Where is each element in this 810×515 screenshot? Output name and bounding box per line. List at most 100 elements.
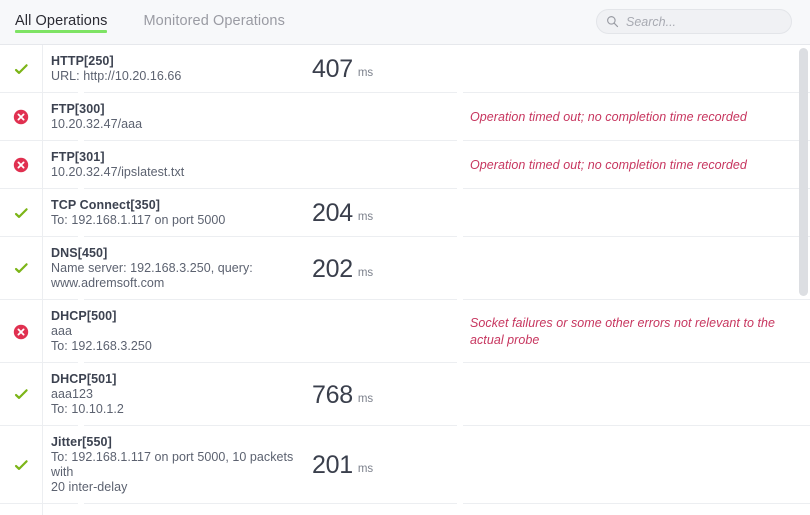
operation-duration-cell: 201 ms — [308, 426, 458, 504]
operation-duration-cell: 768 ms — [308, 363, 458, 426]
operation-info-cell: DNS[450] Name server: 192.168.3.250, quer… — [43, 237, 308, 300]
check-icon — [14, 459, 28, 470]
operation-row[interactable]: FTP[301] 10.20.32.47/ipslatest.txt Operati… — [0, 141, 810, 189]
operation-message-cell — [458, 426, 810, 504]
operation-info-cell: Jitter[550] To: 192.168.1.117 on port 500… — [43, 426, 308, 504]
operation-info-cell — [43, 504, 308, 515]
operation-error-message: Socket failures or some other errors not… — [470, 315, 776, 347]
search-input[interactable] — [626, 14, 776, 29]
list-scrollbar-thumb[interactable] — [799, 48, 808, 296]
search-icon — [607, 16, 619, 28]
list-scrollbar-track[interactable] — [799, 46, 808, 513]
duration-unit: ms — [357, 211, 374, 223]
operation-title: DHCP[500] — [51, 309, 117, 323]
duration-unit: ms — [357, 67, 374, 79]
operations-list: HTTP[250] URL: http://10.20.16.66 407 ms FTP… — [0, 45, 810, 515]
operation-detail-line: aaa123 — [51, 387, 94, 401]
operation-message-cell: Operation timed out; no completion time … — [458, 93, 810, 141]
error-circle-icon — [13, 109, 29, 125]
duration-number: 204 — [312, 199, 353, 227]
check-icon — [14, 207, 28, 218]
operation-status-cell — [0, 237, 43, 300]
duration-number: 768 — [312, 380, 353, 409]
operation-error-message: Operation timed out; no completion time … — [470, 109, 747, 124]
operation-row[interactable]: DNS[450] Name server: 192.168.3.250, quer… — [0, 237, 810, 300]
operation-duration-cell — [308, 93, 458, 141]
duration-number: 407 — [312, 55, 353, 83]
operation-info-cell: HTTP[250] URL: http://10.20.16.66 — [43, 45, 308, 93]
operation-status-cell — [0, 300, 43, 363]
operation-status-cell — [0, 189, 43, 237]
duration-number: 201 — [312, 451, 353, 479]
operation-row[interactable]: DHCP[501] aaa123 To: 10.10.1.2 768 ms — [0, 363, 810, 426]
duration-value-group: 204 ms — [312, 200, 373, 226]
operation-detail-line: To: 192.168.1.117 on port 5000 — [51, 213, 226, 227]
operation-detail-line: To: 192.168.1.117 on port 5000, 10 packe… — [51, 450, 294, 479]
operation-status-cell — [0, 504, 43, 515]
operation-message-cell — [458, 504, 810, 515]
operation-message-cell: Socket failures or some other errors not… — [458, 300, 810, 363]
operation-duration-cell: 202 ms — [308, 237, 458, 300]
operation-duration-cell — [308, 504, 458, 515]
operation-error-message: Operation timed out; no completion time … — [470, 157, 747, 172]
operation-detail-line: aaa — [51, 324, 73, 338]
operation-status-cell — [0, 363, 43, 426]
tab-list: All Operations Monitored Operations — [0, 0, 299, 44]
operation-title: TCP Connect[350] — [51, 198, 161, 212]
operation-title: Jitter[550] — [51, 435, 112, 449]
operation-title: HTTP[250] — [51, 54, 114, 68]
duration-unit: ms — [357, 463, 374, 475]
operation-title: DNS[450] — [51, 246, 108, 260]
operation-detail-line: To: 10.10.1.2 — [51, 402, 124, 416]
operation-message-cell — [458, 189, 810, 237]
operation-row[interactable]: Jitter[550] To: 192.168.1.117 on port 500… — [0, 426, 810, 504]
operation-title: DHCP[501] — [51, 372, 117, 386]
operation-info-cell: DHCP[501] aaa123 To: 10.10.1.2 — [43, 363, 308, 426]
duration-number: 202 — [312, 254, 353, 283]
operation-detail-line: To: 192.168.3.250 — [51, 339, 152, 353]
active-tab-underline — [15, 30, 108, 33]
tab-label: Monitored Operations — [143, 13, 285, 29]
operation-row[interactable]: FTP[300] 10.20.32.47/aaa Operation timed o… — [0, 93, 810, 141]
operation-message-cell: Operation timed out; no completion time … — [458, 141, 810, 189]
duration-unit: ms — [357, 392, 374, 405]
operation-duration-cell — [308, 141, 458, 189]
duration-value-group: 202 ms — [312, 256, 373, 282]
duration-value-group: 407 ms — [312, 56, 373, 82]
operation-status-cell — [0, 93, 43, 141]
check-icon — [14, 63, 28, 74]
operation-message-cell — [458, 363, 810, 426]
operation-detail-line: www.adremsoft.com — [51, 276, 165, 290]
operation-title: FTP[300] — [51, 102, 105, 116]
operation-status-cell — [0, 45, 43, 93]
search-box[interactable] — [596, 9, 792, 34]
operation-row[interactable]: TCP Connect[350] To: 192.168.1.117 on por… — [0, 189, 810, 237]
duration-value-group: 768 ms — [312, 382, 373, 408]
duration-unit: ms — [357, 266, 374, 279]
operations-panel: All Operations Monitored Operations HTTP[… — [0, 0, 810, 515]
tab-monitored-operations[interactable]: Monitored Operations — [121, 0, 298, 44]
search-container — [596, 9, 792, 34]
operation-info-cell: FTP[300] 10.20.32.47/aaa — [43, 93, 308, 141]
tab-header-bar: All Operations Monitored Operations — [0, 0, 810, 45]
error-circle-icon — [13, 324, 29, 339]
operation-message-cell — [458, 237, 810, 300]
operation-detail-line: 20 inter-delay — [51, 480, 128, 494]
tab-label: All Operations — [15, 13, 108, 29]
operation-duration-cell — [308, 300, 458, 363]
operation-row[interactable]: HTTP[250] URL: http://10.20.16.66 407 ms — [0, 45, 810, 93]
operation-duration-cell: 407 ms — [308, 45, 458, 93]
operation-duration-cell: 204 ms — [308, 189, 458, 237]
error-circle-icon — [13, 157, 29, 173]
operation-row[interactable]: DHCP[500] aaa To: 192.168.3.250 Socket fail… — [0, 300, 810, 363]
operation-status-cell — [0, 141, 43, 189]
tab-all-operations[interactable]: All Operations — [11, 0, 121, 44]
operation-message-cell — [458, 45, 810, 93]
operation-detail-line: Name server: 192.168.3.250, query: — [51, 261, 253, 275]
operation-detail-line: 10.20.32.47/ipslatest.txt — [51, 165, 185, 179]
operation-row[interactable] — [0, 504, 810, 515]
operation-title: FTP[301] — [51, 150, 105, 164]
duration-value-group: 201 ms — [312, 452, 373, 478]
operation-info-cell: DHCP[500] aaa To: 192.168.3.250 — [43, 300, 308, 363]
check-icon — [14, 263, 28, 273]
